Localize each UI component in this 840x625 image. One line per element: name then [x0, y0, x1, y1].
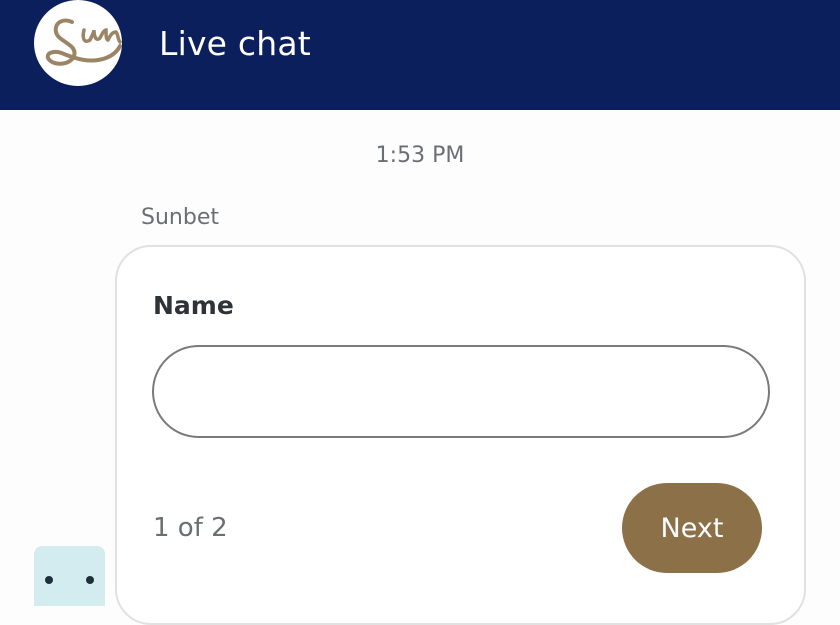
message-timestamp: 1:53 PM — [375, 143, 465, 168]
chat-header: Live chat — [0, 0, 840, 110]
chat-title: Live chat — [159, 24, 311, 63]
sun-signature-logo-icon — [45, 18, 122, 66]
chatbot-widget-button[interactable] — [34, 546, 105, 606]
form-card: Name 1 of 2 Next — [115, 245, 806, 625]
sender-name: Sunbet — [141, 205, 219, 230]
brand-logo — [34, 0, 122, 86]
name-input[interactable] — [152, 345, 770, 438]
next-button[interactable]: Next — [622, 483, 762, 573]
name-field-label: Name — [153, 291, 234, 320]
chatbot-left-eye-icon — [45, 576, 53, 584]
chatbot-right-eye-icon — [86, 576, 94, 584]
form-step-indicator: 1 of 2 — [153, 513, 228, 543]
